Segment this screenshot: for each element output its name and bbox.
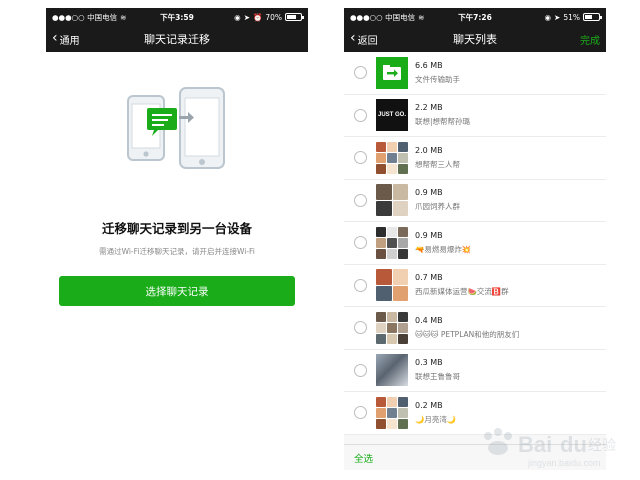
carrier-label: ●●●○○ 中国电信 — [52, 12, 118, 22]
battery-percent: 70% — [265, 12, 282, 22]
select-radio[interactable] — [354, 406, 367, 420]
lock-icon: ◉ — [544, 12, 552, 22]
chat-avatar — [376, 226, 408, 259]
phone-left-screen: ●●●○○ 中国电信 ≋ 下午3:59 ◉ ➤ ⏰ 70% ‹ 通用 聊天记录迁… — [46, 8, 308, 470]
wifi-icon: ≋ — [120, 12, 127, 22]
select-chat-history-button[interactable]: 选择聊天记录 — [59, 276, 295, 306]
chat-row[interactable]: 0.3 MB 联想王鲁鲁哥 — [344, 349, 606, 392]
chat-name: 文件传输助手 — [415, 74, 460, 84]
carrier-label: ●●●○○ 中国电信 — [350, 12, 416, 22]
wifi-icon: ≋ — [418, 12, 425, 22]
select-all-button[interactable]: 全选 — [354, 451, 373, 465]
chat-row[interactable]: 0.2 MB 🌙月亮湾🌙 — [344, 392, 606, 435]
chat-name: 🐱🐱🐱 PETPLAN和他的朋友们 — [415, 329, 520, 339]
back-button[interactable]: ‹ 返回 — [350, 30, 378, 47]
chat-row[interactable]: 0.9 MB 🔫易燃易爆炸💥 — [344, 222, 606, 265]
migration-illustration — [46, 86, 308, 196]
chat-list: 6.6 MB 文件传输助手 JUST GO. 2.2 MB 联想|想帮帮孙璐 2.0 MB… — [344, 52, 606, 444]
status-bar: ●●●○○ 中国电信 ≋ 下午3:59 ◉ ➤ ⏰ 70% — [46, 8, 308, 26]
select-radio[interactable] — [354, 278, 367, 292]
nav-bar: ‹ 返回 聊天列表 完成 — [344, 26, 606, 52]
select-radio[interactable] — [354, 363, 367, 377]
location-icon: ➤ — [554, 12, 561, 22]
chat-name: 联想|想帮帮孙璐 — [415, 117, 471, 127]
bottom-toolbar: 全选 — [344, 444, 606, 470]
chat-avatar — [376, 354, 408, 387]
done-button[interactable]: 完成 — [580, 32, 600, 47]
chat-name: 爪园饲养人群 — [415, 202, 460, 212]
chat-size: 0.9 MB — [415, 230, 443, 240]
chat-name: 🔫易燃易爆炸💥 — [415, 244, 472, 254]
chat-size: 0.7 MB — [415, 273, 443, 283]
chat-avatar — [376, 311, 408, 344]
chat-avatar — [376, 56, 408, 89]
chat-avatar: JUST GO. — [376, 99, 408, 132]
location-icon: ➤ — [243, 12, 250, 22]
chat-avatar — [376, 184, 408, 217]
chat-row[interactable]: 0.7 MB 西瓜新媒体运营🍉交流🅱️群 — [344, 264, 606, 307]
battery-icon — [285, 13, 304, 21]
chat-avatar — [376, 141, 408, 174]
select-radio[interactable] — [354, 321, 367, 335]
page-title: 聊天记录迁移 — [144, 33, 210, 46]
chat-name: 🌙月亮湾🌙 — [415, 414, 457, 424]
avatar-logo-text: JUST GO. — [377, 112, 406, 119]
wifi-hint-text: 需通过Wi-Fi迁移聊天记录，请开启并连接Wi-Fi — [99, 247, 255, 256]
chat-avatar — [376, 269, 408, 302]
folder-transfer-icon — [383, 64, 401, 80]
battery-icon — [583, 13, 602, 21]
chat-size: 0.4 MB — [415, 315, 443, 325]
chevron-left-icon: ‹ — [350, 30, 356, 46]
battery-percent: 51% — [563, 12, 580, 22]
chat-size: 2.0 MB — [415, 145, 443, 155]
chat-size: 0.2 MB — [415, 400, 443, 410]
chat-row[interactable]: JUST GO. 2.2 MB 联想|想帮帮孙璐 — [344, 94, 606, 137]
chat-size: 6.6 MB — [415, 60, 443, 70]
phone-large-icon — [179, 87, 225, 169]
lock-icon: ◉ — [234, 12, 241, 22]
chat-size: 0.3 MB — [415, 358, 443, 368]
select-radio[interactable] — [354, 193, 367, 207]
chat-row[interactable]: 6.6 MB 文件传输助手 — [344, 52, 606, 95]
chat-row[interactable]: 2.0 MB 想帮帮三人帮 — [344, 137, 606, 180]
chat-row[interactable]: 0.9 MB 爪园饲养人群 — [344, 179, 606, 222]
chat-avatar — [376, 396, 408, 429]
chat-row[interactable]: 0.4 MB 🐱🐱🐱 PETPLAN和他的朋友们 — [344, 307, 606, 350]
chat-size: 0.9 MB — [415, 188, 443, 198]
chat-size: 2.2 MB — [415, 103, 443, 113]
select-radio[interactable] — [354, 66, 367, 80]
back-label: 返回 — [357, 35, 378, 47]
chevron-left-icon: ‹ — [52, 30, 58, 46]
nav-bar: ‹ 通用 聊天记录迁移 — [46, 26, 308, 52]
status-bar: ●●●○○ 中国电信 ≋ 下午7:26 ◉ ➤ 51% — [344, 8, 606, 26]
chat-name: 联想王鲁鲁哥 — [415, 372, 460, 382]
select-radio[interactable] — [354, 108, 367, 122]
chat-name: 想帮帮三人帮 — [415, 159, 460, 169]
chat-name: 西瓜新媒体运营🍉交流🅱️群 — [415, 287, 509, 297]
back-button[interactable]: ‹ 通用 — [52, 30, 80, 47]
back-label: 通用 — [59, 35, 80, 47]
phone-right-screen: ●●●○○ 中国电信 ≋ 下午7:26 ◉ ➤ 51% ‹ 返回 聊天列表 完成… — [344, 8, 606, 470]
page-title: 聊天列表 — [453, 33, 497, 46]
select-radio[interactable] — [354, 151, 367, 165]
select-radio[interactable] — [354, 236, 367, 250]
migration-headline: 迁移聊天记录到另一台设备 — [101, 221, 252, 236]
alarm-icon: ⏰ — [252, 12, 263, 22]
